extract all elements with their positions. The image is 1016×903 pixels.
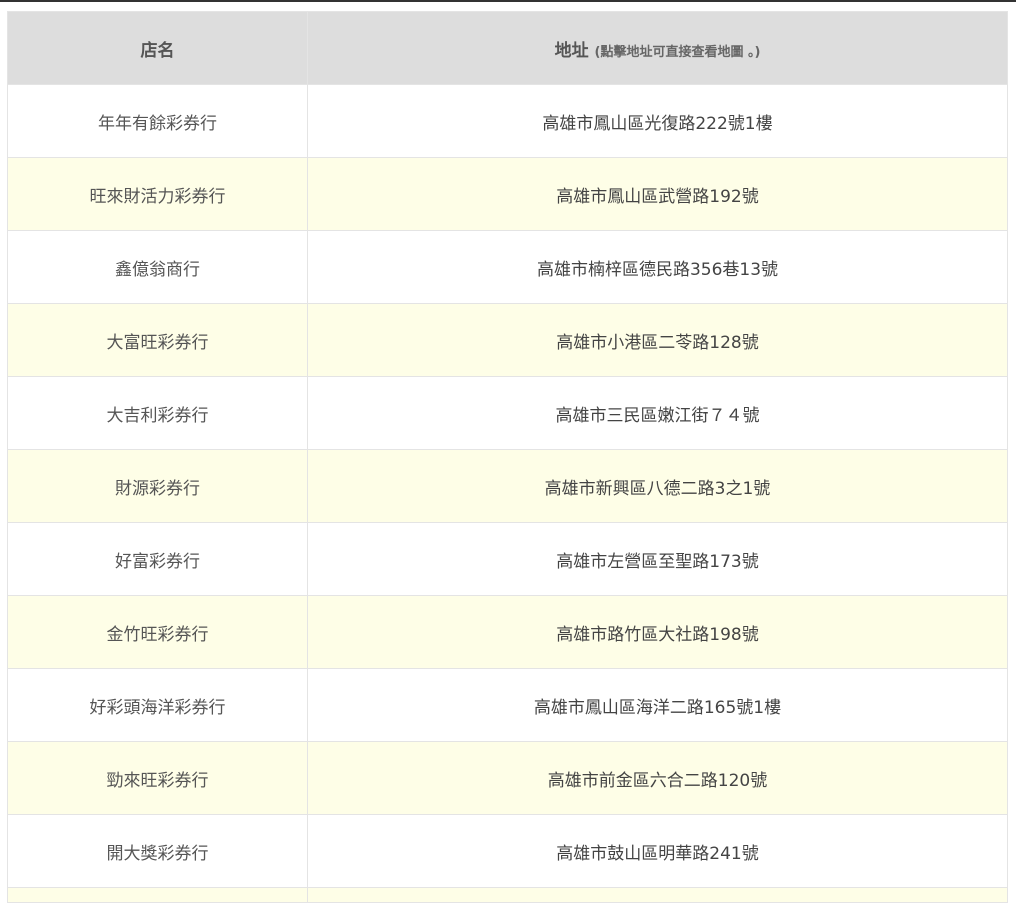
header-address: 地址 (點擊地址可直接查看地圖 。) bbox=[307, 11, 1008, 85]
table-row: 大富旺彩券行 高雄市小港區二苓路128號 bbox=[7, 303, 1008, 377]
address-link[interactable]: 高雄市鳳山區海洋二路165號1樓 bbox=[307, 668, 1008, 742]
address-link[interactable]: 高雄市楠梓區德民路356巷13號 bbox=[307, 230, 1008, 304]
header-address-label: 地址 bbox=[554, 40, 589, 61]
table-row: 開大獎彩券行 高雄市鼓山區明華路241號 bbox=[7, 814, 1008, 888]
store-name-cell: 大富旺彩券行 bbox=[7, 303, 308, 377]
table-row-cut-off bbox=[7, 887, 1008, 903]
address-link[interactable]: 高雄市鳳山區光復路222號1樓 bbox=[307, 84, 1008, 158]
address-link[interactable]: 高雄市鼓山區明華路241號 bbox=[307, 814, 1008, 888]
address-link[interactable]: 高雄市左營區至聖路173號 bbox=[307, 522, 1008, 596]
address-link[interactable]: 高雄市新興區八德二路3之1號 bbox=[307, 449, 1008, 523]
store-name-cell: 好富彩券行 bbox=[7, 522, 308, 596]
store-name-cell: 鑫億翁商行 bbox=[7, 230, 308, 304]
address-link[interactable]: 高雄市路竹區大社路198號 bbox=[307, 595, 1008, 669]
store-table: 店名 地址 (點擊地址可直接查看地圖 。) 年年有餘彩券行 高雄市鳳山區光復路2… bbox=[7, 11, 1008, 903]
table-row: 金竹旺彩券行 高雄市路竹區大社路198號 bbox=[7, 595, 1008, 669]
table-row: 大吉利彩券行 高雄市三民區嫩江街７４號 bbox=[7, 376, 1008, 450]
table-row: 旺來財活力彩券行 高雄市鳳山區武營路192號 bbox=[7, 157, 1008, 231]
top-border-line bbox=[0, 0, 1016, 2]
address-link[interactable]: 高雄市小港區二苓路128號 bbox=[307, 303, 1008, 377]
store-table-container: 店名 地址 (點擊地址可直接查看地圖 。) 年年有餘彩券行 高雄市鳳山區光復路2… bbox=[7, 11, 1008, 903]
header-address-hint: (點擊地址可直接查看地圖 。) bbox=[594, 44, 761, 60]
address-link[interactable]: 高雄市鳳山區武營路192號 bbox=[307, 157, 1008, 231]
table-row: 勁來旺彩券行 高雄市前金區六合二路120號 bbox=[7, 741, 1008, 815]
store-name-cell: 年年有餘彩券行 bbox=[7, 84, 308, 158]
header-store-name: 店名 bbox=[7, 11, 308, 85]
table-header-row: 店名 地址 (點擊地址可直接查看地圖 。) bbox=[7, 11, 1008, 85]
address-link[interactable]: 高雄市三民區嫩江街７４號 bbox=[307, 376, 1008, 450]
store-name-cell: 開大獎彩券行 bbox=[7, 814, 308, 888]
address-link[interactable]: 高雄市前金區六合二路120號 bbox=[307, 741, 1008, 815]
table-row: 鑫億翁商行 高雄市楠梓區德民路356巷13號 bbox=[7, 230, 1008, 304]
table-row: 年年有餘彩券行 高雄市鳳山區光復路222號1樓 bbox=[7, 84, 1008, 158]
store-name-cell: 好彩頭海洋彩券行 bbox=[7, 668, 308, 742]
address-link[interactable] bbox=[307, 887, 1008, 903]
store-name-cell: 金竹旺彩券行 bbox=[7, 595, 308, 669]
table-row: 好彩頭海洋彩券行 高雄市鳳山區海洋二路165號1樓 bbox=[7, 668, 1008, 742]
table-row: 好富彩券行 高雄市左營區至聖路173號 bbox=[7, 522, 1008, 596]
store-name-cell bbox=[7, 887, 308, 903]
store-name-cell: 大吉利彩券行 bbox=[7, 376, 308, 450]
store-name-cell: 勁來旺彩券行 bbox=[7, 741, 308, 815]
store-name-cell: 旺來財活力彩券行 bbox=[7, 157, 308, 231]
store-name-cell: 財源彩券行 bbox=[7, 449, 308, 523]
table-row: 財源彩券行 高雄市新興區八德二路3之1號 bbox=[7, 449, 1008, 523]
